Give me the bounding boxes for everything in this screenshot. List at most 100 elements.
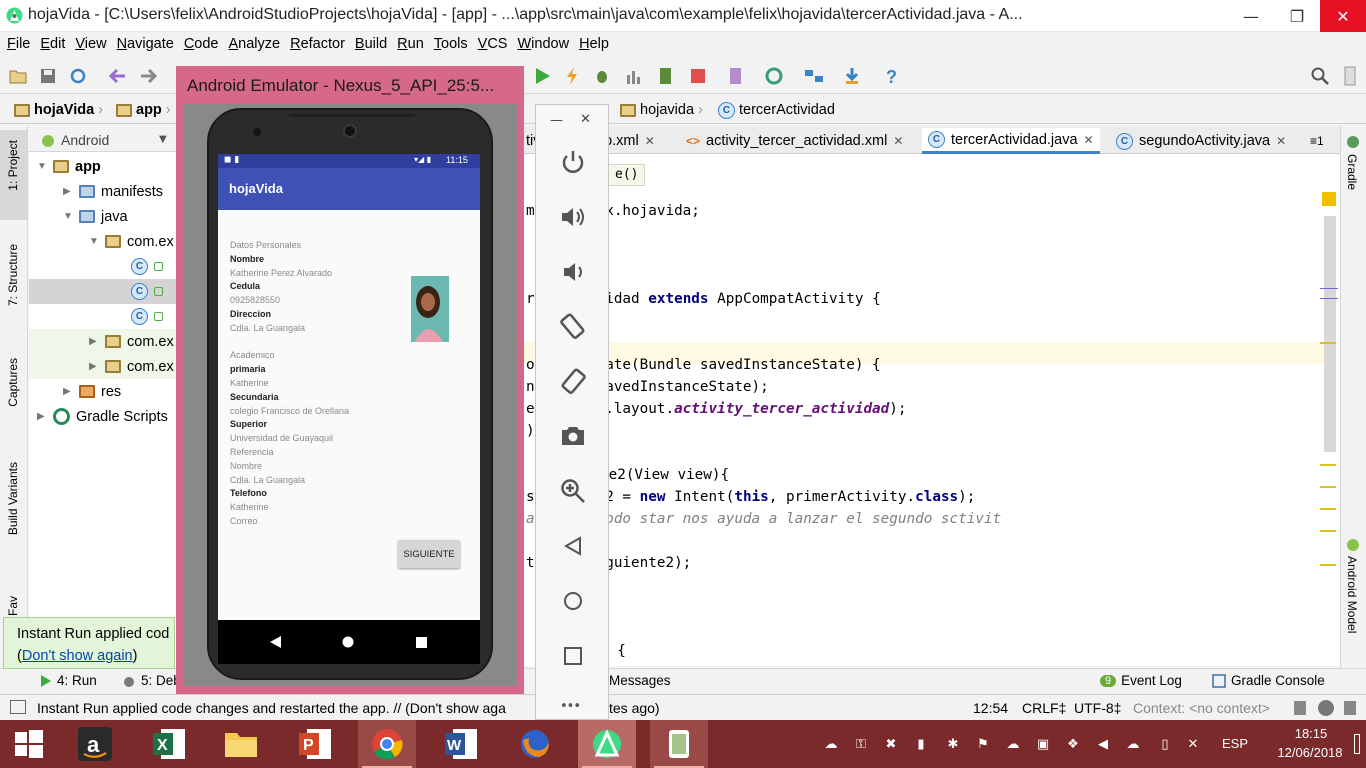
menu-view[interactable]: View bbox=[70, 36, 111, 52]
menu-edit[interactable]: Edit bbox=[35, 36, 70, 52]
back-icon[interactable] bbox=[558, 531, 588, 561]
menu-file[interactable]: File bbox=[2, 36, 35, 52]
tree-item[interactable]: ▶ Gradle Scripts bbox=[29, 404, 177, 429]
tree-item[interactable]: ▼ java bbox=[29, 204, 177, 229]
file-explorer-icon[interactable] bbox=[212, 720, 270, 768]
sync-icon[interactable] bbox=[68, 66, 88, 86]
powerpoint-icon[interactable]: P bbox=[286, 720, 344, 768]
volume-down-icon[interactable] bbox=[558, 257, 588, 287]
chevron-right-icon[interactable]: ▶ bbox=[63, 386, 73, 397]
chevron-down-icon[interactable]: ▼ bbox=[89, 236, 99, 247]
overview-icon[interactable] bbox=[558, 641, 588, 671]
save-icon[interactable] bbox=[38, 66, 58, 86]
help-icon[interactable]: ? bbox=[882, 66, 902, 86]
clock-time[interactable]: 18:15 bbox=[1286, 726, 1336, 741]
volume-up-icon[interactable] bbox=[558, 202, 588, 232]
overview-icon[interactable] bbox=[416, 637, 427, 648]
menu-build[interactable]: Build bbox=[350, 36, 392, 52]
line-separator[interactable]: CRLF‡ bbox=[1022, 700, 1066, 716]
siguiente-button[interactable]: SIGUIENTE bbox=[398, 540, 460, 568]
dont-show-again-link[interactable]: Don't show again bbox=[22, 648, 133, 664]
flag-icon[interactable]: ⚑ bbox=[974, 734, 992, 754]
avd-manager-icon[interactable] bbox=[726, 66, 746, 86]
tool-gradle-console[interactable]: Gradle Console bbox=[1212, 673, 1325, 688]
usb-icon[interactable]: ⚿ bbox=[852, 734, 870, 754]
notifications-icon[interactable] bbox=[1354, 734, 1360, 754]
lock-icon[interactable] bbox=[1294, 701, 1306, 715]
editor-scrollbar[interactable] bbox=[1324, 216, 1336, 452]
minimize-button[interactable]: — bbox=[1228, 0, 1274, 32]
network-icon[interactable]: ☁ bbox=[1124, 734, 1142, 754]
tool-build-variants[interactable]: Build Variants bbox=[6, 462, 20, 535]
chevron-right-icon[interactable]: ▶ bbox=[89, 361, 99, 372]
tool-structure[interactable]: 7: Structure bbox=[6, 244, 20, 306]
attach-debugger-icon[interactable] bbox=[656, 66, 676, 86]
tree-item[interactable]: C bbox=[29, 279, 177, 304]
tool-gradle[interactable]: Gradle bbox=[1345, 154, 1359, 190]
device-screen[interactable]: ◼ ▮ ▾◢ ▮ 11:15 hojaVida Datos Personales… bbox=[218, 154, 480, 620]
tool-event-log[interactable]: 9 Event Log bbox=[1100, 673, 1182, 688]
code-line[interactable]: te2(View view){ bbox=[600, 464, 729, 486]
chevron-down-icon[interactable]: ▼ bbox=[159, 134, 167, 145]
menu-refactor[interactable]: Refactor bbox=[285, 36, 350, 52]
chrome-icon[interactable] bbox=[358, 720, 416, 768]
tree-item[interactable]: ▶ com.ex bbox=[29, 354, 177, 379]
volume-icon[interactable]: ◀ bbox=[1094, 734, 1112, 754]
open-folder-icon[interactable] bbox=[8, 66, 28, 86]
project-structure-icon[interactable] bbox=[804, 66, 824, 86]
power-icon[interactable] bbox=[558, 147, 588, 177]
zoom-icon[interactable] bbox=[558, 476, 588, 506]
debug-icon[interactable] bbox=[592, 66, 612, 86]
home-icon[interactable] bbox=[342, 636, 354, 648]
menu-run[interactable]: Run bbox=[392, 36, 429, 52]
menu-analyze[interactable]: Analyze bbox=[224, 36, 286, 52]
menu-code[interactable]: Code bbox=[179, 36, 224, 52]
menu-tools[interactable]: Tools bbox=[429, 36, 473, 52]
tool-favorites[interactable]: Favorites bbox=[6, 596, 20, 616]
antivirus-icon[interactable]: ✖ bbox=[882, 734, 900, 754]
run-icon[interactable] bbox=[532, 66, 552, 86]
close-button[interactable]: ✕ bbox=[1320, 0, 1366, 32]
tree-item[interactable]: C bbox=[29, 254, 177, 279]
file-encoding[interactable]: UTF-8‡ bbox=[1074, 700, 1121, 716]
dropbox-icon[interactable]: ❖ bbox=[1064, 734, 1082, 754]
tool-messages[interactable]: Messages bbox=[609, 673, 671, 688]
maximize-button[interactable]: ❐ bbox=[1274, 0, 1320, 32]
redo-icon[interactable] bbox=[138, 66, 158, 86]
stop-icon[interactable] bbox=[688, 66, 708, 86]
camera-screenshot-icon[interactable] bbox=[558, 421, 588, 451]
chevron-down-icon[interactable]: ▼ bbox=[63, 211, 73, 222]
menu-vcs[interactable]: VCS bbox=[473, 36, 513, 52]
menu-help[interactable]: Help bbox=[574, 36, 614, 52]
tree-item[interactable]: ▶ manifests bbox=[29, 179, 177, 204]
chevron-right-icon[interactable]: ▶ bbox=[37, 411, 47, 422]
sync-gradle-icon[interactable] bbox=[764, 66, 784, 86]
undo-icon[interactable] bbox=[108, 66, 128, 86]
menu-window[interactable]: Window bbox=[512, 36, 574, 52]
back-icon[interactable] bbox=[270, 636, 282, 648]
tool-captures[interactable]: Captures bbox=[6, 358, 20, 407]
inspection-status-icon[interactable] bbox=[1322, 192, 1336, 206]
profile-icon[interactable] bbox=[624, 66, 644, 86]
signal-bars-icon[interactable]: ▮ bbox=[912, 734, 930, 754]
rotate-right-icon[interactable] bbox=[558, 367, 588, 397]
breadcrumb-class[interactable]: CtercerActividad bbox=[718, 100, 835, 120]
toggle-tool-windows-icon[interactable] bbox=[10, 700, 26, 714]
code-area[interactable]: m ix.hojavida; r vidad extends AppCompatAct… bbox=[520, 126, 1320, 666]
tree-item[interactable]: ▶ res bbox=[29, 379, 177, 404]
breadcrumb-project[interactable]: hojaVida › bbox=[14, 100, 103, 120]
caret-position[interactable]: 12:54 bbox=[973, 700, 1008, 716]
code-line[interactable]: ) bbox=[526, 420, 535, 442]
excel-icon[interactable]: X bbox=[140, 720, 198, 768]
battery-icon[interactable]: ▯ bbox=[1156, 734, 1174, 754]
context-selector[interactable]: Context: <no context> bbox=[1133, 700, 1270, 716]
tree-item[interactable]: ▼ com.ex bbox=[29, 229, 177, 254]
tool-project[interactable]: 1: Project bbox=[6, 140, 20, 191]
chevron-right-icon[interactable]: ▶ bbox=[63, 186, 73, 197]
tree-item[interactable]: ▼ app bbox=[29, 154, 177, 179]
emulator-taskbar-icon[interactable] bbox=[650, 720, 708, 768]
cloud-sync-icon[interactable]: ☁ bbox=[1004, 734, 1022, 754]
language-indicator[interactable]: ESP bbox=[1222, 736, 1248, 751]
emulator-close-button[interactable]: ✕ bbox=[580, 112, 591, 127]
chevron-down-icon[interactable]: ▼ bbox=[37, 161, 47, 172]
